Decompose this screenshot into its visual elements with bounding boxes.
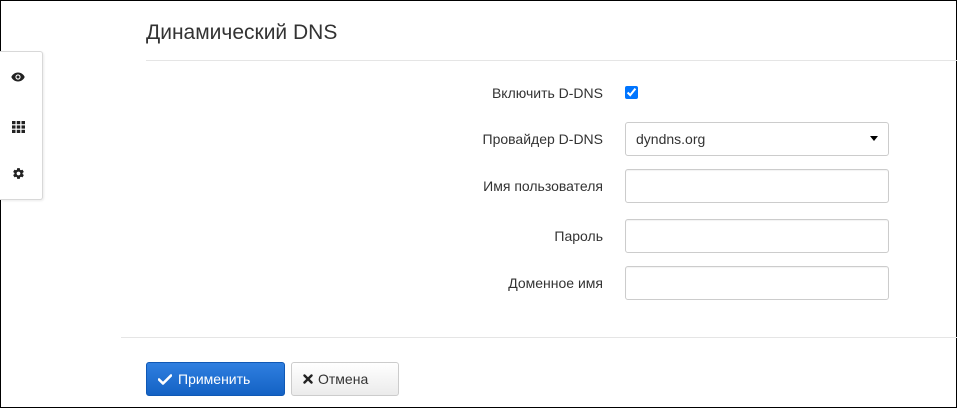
form-row-provider: Провайдер D-DNS dyndns.org [1, 122, 957, 156]
password-label: Пароль [554, 228, 603, 244]
domain-label: Доменное имя [508, 275, 603, 291]
form-row-username: Имя пользователя [1, 169, 957, 203]
apply-button[interactable]: Применить [146, 362, 285, 396]
app-frame: Динамический DNS Включить D-DNS Провайде… [0, 0, 957, 408]
username-input[interactable] [625, 169, 889, 203]
domain-input[interactable] [625, 266, 889, 300]
enable-ddns-label: Включить D-DNS [491, 85, 603, 101]
provider-select[interactable]: dyndns.org [625, 122, 889, 156]
cancel-button[interactable]: Отмена [291, 362, 399, 396]
form-row-password: Пароль [1, 219, 957, 253]
title-divider [146, 60, 957, 61]
page-title: Динамический DNS [146, 21, 338, 44]
provider-selected-value: dyndns.org [636, 131, 706, 147]
provider-label: Провайдер D-DNS [482, 131, 603, 147]
password-input[interactable] [625, 219, 889, 253]
form-row-domain: Доменное имя [1, 266, 957, 300]
cancel-button-label: Отмена [318, 371, 369, 387]
username-label: Имя пользователя [483, 178, 603, 194]
close-icon [303, 374, 313, 384]
form-row-enable: Включить D-DNS [1, 76, 957, 110]
check-icon [158, 373, 172, 385]
caret-down-icon [870, 136, 878, 141]
footer-divider [121, 337, 957, 338]
apply-button-label: Применить [178, 371, 251, 387]
enable-ddns-checkbox[interactable] [625, 86, 638, 99]
